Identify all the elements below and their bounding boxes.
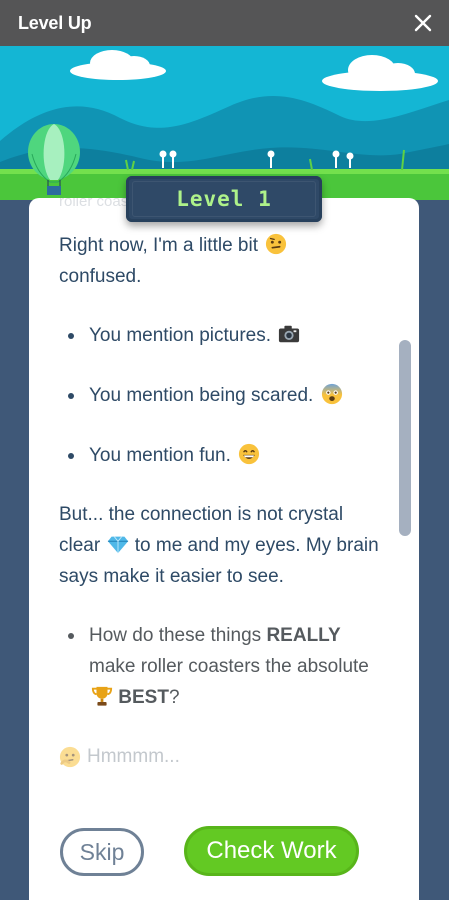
scrollbar[interactable] — [399, 340, 411, 536]
question-list: How do these things REALLY make roller c… — [59, 620, 379, 713]
scrollbar-thumb[interactable] — [399, 340, 411, 536]
thinking-indicator: Hmmmm... — [59, 741, 379, 772]
connection-paragraph: But... the connection is not crystal cle… — [59, 504, 379, 587]
list-item: You mention being scared. — [59, 380, 379, 411]
thinking-face-icon — [59, 746, 81, 767]
level-label: Level 1 — [176, 187, 272, 211]
window-title: Level Up — [18, 12, 92, 33]
confused-face-icon — [266, 233, 287, 255]
thinking-text: Hmmmm... — [87, 746, 180, 767]
diamond-icon — [108, 536, 129, 554]
close-button[interactable] — [411, 11, 435, 35]
list-item: You mention pictures. — [59, 320, 379, 351]
trophy-icon — [91, 686, 113, 706]
list-item: You mention fun. — [59, 440, 379, 471]
check-work-button[interactable]: Check Work — [184, 826, 359, 876]
intro-paragraph: Right now, I'm a little bit confused. — [59, 230, 379, 292]
grinning-face-icon — [239, 443, 260, 465]
skip-button[interactable]: Skip — [60, 828, 144, 876]
camera-icon — [279, 325, 300, 343]
title-bar: Level Up — [0, 0, 449, 46]
observation-list: You mention pictures. You mention being … — [59, 320, 379, 471]
intro-tail: confused. — [59, 266, 142, 287]
feedback-card: roller coasters ... Right now, I'm a lit… — [29, 198, 419, 900]
close-icon — [414, 14, 432, 32]
list-item: How do these things REALLY make roller c… — [59, 620, 379, 713]
intro-text: Right now, I'm a little bit — [59, 235, 258, 256]
scared-face-icon — [321, 383, 342, 405]
feedback-content: roller coasters ... Right now, I'm a lit… — [59, 198, 379, 772]
action-bar: Skip Check Work — [29, 810, 419, 900]
level-badge: Level 1 — [126, 176, 322, 222]
feedback-scroll-area[interactable]: roller coasters ... Right now, I'm a lit… — [29, 198, 419, 810]
